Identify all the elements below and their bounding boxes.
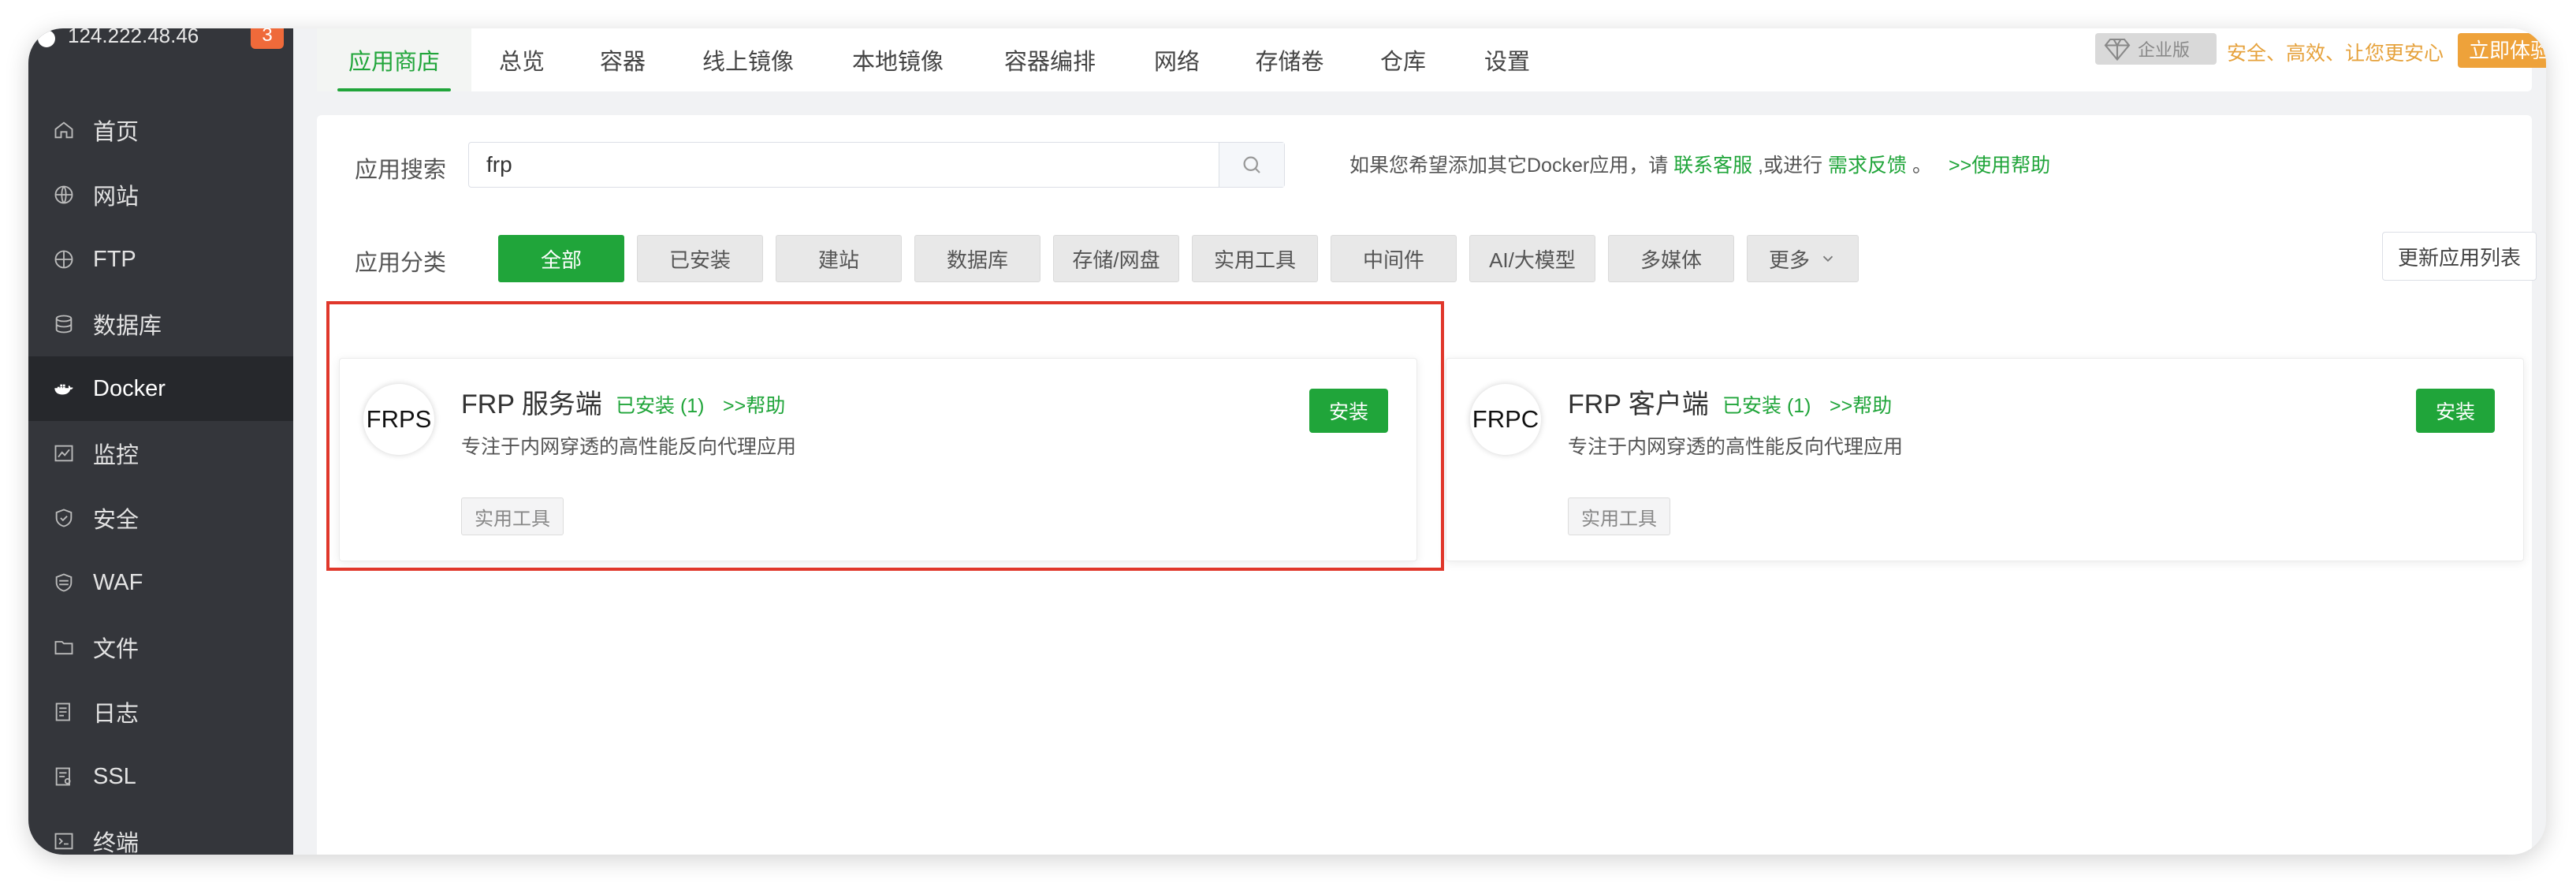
server-ip: 124.222.48.46 bbox=[68, 28, 199, 47]
category-more-label: 更多 bbox=[1768, 248, 1810, 272]
usage-help-link[interactable]: >>使用帮助 bbox=[1949, 155, 2050, 177]
tab-settings[interactable]: 设置 bbox=[1454, 28, 1561, 91]
sidebar-item-files[interactable]: 文件 bbox=[28, 615, 293, 680]
category-more[interactable]: 更多 bbox=[1747, 235, 1859, 282]
waf-shield-icon bbox=[52, 571, 76, 594]
search-label: 应用搜索 bbox=[355, 158, 447, 183]
tab-online-images[interactable]: 线上镜像 bbox=[673, 28, 823, 91]
app-name: FRP 客户端 bbox=[1568, 389, 1709, 419]
chevron-down-icon bbox=[1822, 255, 1833, 263]
sidebar-item-label: SSL bbox=[93, 763, 136, 789]
sidebar-item-label: 安全 bbox=[93, 508, 140, 533]
enterprise-badge[interactable]: 企业版 bbox=[2095, 33, 2217, 65]
terminal-icon bbox=[52, 829, 76, 853]
sidebar-item-monitor[interactable]: 监控 bbox=[28, 421, 293, 486]
hint-prefix: 如果您希望添加其它Docker应用，请 bbox=[1349, 155, 1669, 177]
sidebar-item-label: 网站 bbox=[93, 184, 140, 210]
shield-icon bbox=[52, 506, 76, 530]
sidebar-item-logs[interactable]: 日志 bbox=[28, 680, 293, 744]
refresh-app-list-button[interactable]: 更新应用列表 bbox=[2382, 232, 2537, 281]
category-website[interactable]: 建站 bbox=[776, 235, 902, 282]
folder-icon bbox=[52, 635, 76, 659]
sidebar-item-ssl[interactable]: SSL bbox=[28, 744, 293, 809]
category-storage[interactable]: 存储/网盘 bbox=[1053, 235, 1179, 282]
app-description: 专注于内网穿透的高性能反向代理应用 bbox=[1568, 436, 1904, 458]
highlight-annotation-box bbox=[326, 301, 1444, 571]
sidebar-item-label: 监控 bbox=[93, 443, 140, 468]
frpc-logo: FRPC bbox=[1470, 384, 1541, 455]
tab-overview[interactable]: 总览 bbox=[471, 28, 572, 91]
ssl-certificate-icon bbox=[52, 765, 76, 788]
sidebar-item-label: Docker bbox=[93, 375, 166, 401]
sidebar-item-label: FTP bbox=[93, 246, 136, 272]
tab-volumes[interactable]: 存储卷 bbox=[1227, 28, 1353, 91]
sidebar-item-terminal[interactable]: 终端 bbox=[28, 809, 293, 855]
sidebar-item-security[interactable]: 安全 bbox=[28, 486, 293, 550]
sidebar-item-home[interactable]: 首页 bbox=[28, 98, 293, 162]
category-middleware[interactable]: 中间件 bbox=[1331, 235, 1457, 282]
sidebar-item-waf[interactable]: WAF bbox=[28, 550, 293, 615]
sidebar-item-docker[interactable]: Docker bbox=[28, 356, 293, 421]
sidebar-item-label: WAF bbox=[93, 569, 143, 595]
feedback-link[interactable]: 需求反馈 bbox=[1828, 155, 1907, 177]
enterprise-slogan: 安全、高效、让您更安心 bbox=[2227, 43, 2444, 65]
ftp-globe-icon bbox=[52, 248, 76, 271]
category-media[interactable]: 多媒体 bbox=[1608, 235, 1734, 282]
sidebar-item-label: 终端 bbox=[93, 831, 140, 855]
sidebar-item-label: 日志 bbox=[93, 702, 140, 727]
log-icon bbox=[52, 700, 76, 724]
app-tag: 实用工具 bbox=[1568, 497, 1670, 535]
search-icon bbox=[1243, 156, 1260, 173]
category-database[interactable]: 数据库 bbox=[914, 235, 1040, 282]
app-search-box bbox=[468, 142, 1285, 188]
tab-compose[interactable]: 容器编排 bbox=[973, 28, 1127, 91]
enterprise-label: 企业版 bbox=[2138, 40, 2191, 60]
docker-tabs-bar: 应用商店 总览 容器 线上镜像 本地镜像 容器编排 网络 存储卷 仓库 设置 企… bbox=[317, 28, 2546, 91]
hint-suffix: 。 bbox=[1912, 155, 1933, 177]
tab-app-store[interactable]: 应用商店 bbox=[317, 28, 471, 91]
category-tools[interactable]: 实用工具 bbox=[1192, 235, 1318, 282]
app-search-input[interactable] bbox=[469, 143, 1197, 186]
installed-status[interactable]: 已安装 (1) bbox=[1722, 390, 1811, 419]
monitor-chart-icon bbox=[52, 442, 76, 465]
try-now-button[interactable]: 立即体验 bbox=[2458, 33, 2546, 68]
sidebar-item-label: 文件 bbox=[93, 637, 140, 662]
contact-support-link[interactable]: 联系客服 bbox=[1673, 155, 1752, 177]
app-help-link[interactable]: >>帮助 bbox=[1830, 390, 1892, 419]
sidebar-item-website[interactable]: 网站 bbox=[28, 162, 293, 227]
category-installed[interactable]: 已安装 bbox=[637, 235, 763, 282]
sidebar-menu: 首页 网站 FTP 数据库 Docker 监控 安全 WAF 文件 日志 SSL… bbox=[28, 98, 293, 855]
category-label: 应用分类 bbox=[355, 251, 447, 276]
tab-local-images[interactable]: 本地镜像 bbox=[823, 28, 973, 91]
search-button[interactable] bbox=[1219, 143, 1284, 187]
sidebar-item-database[interactable]: 数据库 bbox=[28, 292, 293, 356]
app-card-frpc: FRPC FRP 客户端 已安装 (1) >>帮助 专注于内网穿透的高性能反向代… bbox=[1446, 358, 2524, 561]
diamond-icon bbox=[2104, 38, 2131, 61]
hint-middle: ,或进行 bbox=[1758, 155, 1823, 177]
category-ai[interactable]: AI/大模型 bbox=[1469, 235, 1595, 282]
globe-icon bbox=[52, 183, 76, 207]
docker-icon bbox=[52, 377, 76, 401]
sidebar-item-ftp[interactable]: FTP bbox=[28, 227, 293, 292]
category-all[interactable]: 全部 bbox=[498, 235, 624, 282]
sidebar-item-label: 首页 bbox=[93, 120, 140, 145]
notification-badge[interactable]: 3 bbox=[251, 28, 284, 49]
add-app-hint: 如果您希望添加其它Docker应用，请 联系客服 ,或进行 需求反馈 。 >>使… bbox=[1349, 150, 2050, 178]
tab-containers[interactable]: 容器 bbox=[572, 28, 673, 91]
sidebar-item-label: 数据库 bbox=[93, 314, 162, 339]
tab-registry[interactable]: 仓库 bbox=[1353, 28, 1454, 91]
install-button[interactable]: 安装 bbox=[2416, 389, 2495, 433]
database-icon bbox=[52, 312, 76, 336]
tab-network[interactable]: 网络 bbox=[1127, 28, 1227, 91]
sidebar: 124.222.48.46 3 首页 网站 FTP 数据库 Docker 监控 … bbox=[28, 28, 293, 855]
home-icon bbox=[52, 118, 76, 142]
server-status-icon bbox=[38, 30, 55, 47]
